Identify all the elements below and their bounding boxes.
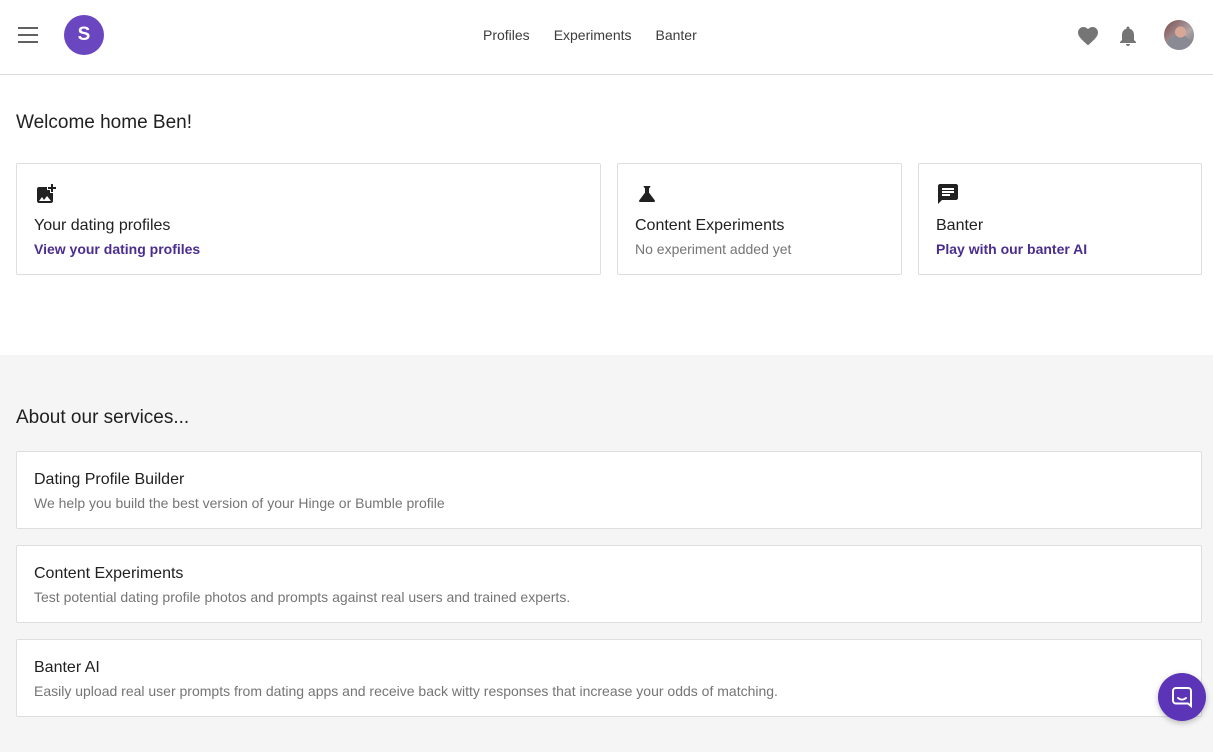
notification-bell-icon[interactable] xyxy=(1116,24,1140,48)
service-card-banter-ai: Banter AI Easily upload real user prompt… xyxy=(16,639,1202,717)
menu-icon[interactable] xyxy=(18,27,38,43)
main-nav: Profiles Experiments Banter xyxy=(483,26,721,44)
heart-icon[interactable] xyxy=(1076,24,1100,48)
welcome-section: Welcome home Ben! Your dating profiles V… xyxy=(0,75,1213,355)
chat-icon xyxy=(936,182,960,206)
service-description: We help you build the best version of yo… xyxy=(34,495,445,511)
logo-letter: S xyxy=(77,24,91,45)
view-profiles-link[interactable]: View your dating profiles xyxy=(34,241,200,257)
card-status-text: No experiment added yet xyxy=(635,241,792,257)
card-dating-profiles[interactable]: Your dating profiles View your dating pr… xyxy=(16,163,601,275)
support-chat-button[interactable] xyxy=(1158,673,1206,721)
about-heading: About our services... xyxy=(16,407,190,428)
card-title: Content Experiments xyxy=(635,217,785,234)
card-title: Banter xyxy=(936,217,984,234)
banter-ai-link[interactable]: Play with our banter AI xyxy=(936,241,1087,257)
card-content-experiments[interactable]: Content Experiments No experiment added … xyxy=(617,163,902,275)
service-title: Banter AI xyxy=(34,659,100,676)
chat-bubble-icon xyxy=(1172,687,1192,709)
user-avatar[interactable] xyxy=(1164,20,1194,50)
service-card-profile-builder: Dating Profile Builder We help you build… xyxy=(16,451,1202,529)
nav-link-experiments[interactable]: Experiments xyxy=(554,26,632,44)
service-description: Test potential dating profile photos and… xyxy=(34,589,571,605)
service-description: Easily upload real user prompts from dat… xyxy=(34,683,778,699)
nav-link-banter[interactable]: Banter xyxy=(656,26,697,44)
welcome-heading: Welcome home Ben! xyxy=(16,112,193,133)
top-app-bar: S Profiles Experiments Banter xyxy=(0,0,1213,75)
card-title: Your dating profiles xyxy=(34,217,171,234)
nav-link-profiles[interactable]: Profiles xyxy=(483,26,530,44)
flask-icon xyxy=(635,182,659,206)
app-logo[interactable]: S xyxy=(64,15,104,55)
service-card-content-experiments: Content Experiments Test potential datin… xyxy=(16,545,1202,623)
service-title: Dating Profile Builder xyxy=(34,471,185,488)
add-photo-icon xyxy=(34,182,58,206)
about-section: About our services... Dating Profile Bui… xyxy=(0,355,1213,752)
service-title: Content Experiments xyxy=(34,565,184,582)
card-banter[interactable]: Banter Play with our banter AI xyxy=(918,163,1202,275)
